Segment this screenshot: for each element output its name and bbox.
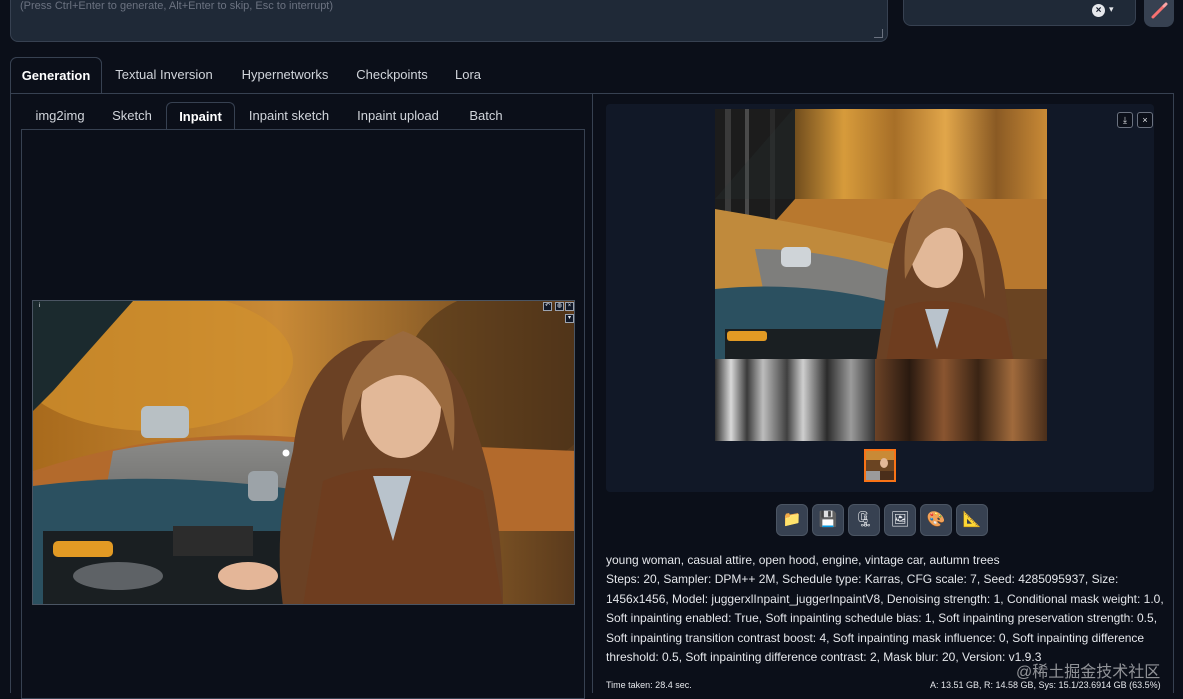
thumbnail-image — [866, 451, 894, 480]
tab-inpaint-upload[interactable]: Inpaint upload — [346, 102, 450, 130]
send-to-extras-button[interactable]: 📐 — [956, 504, 988, 536]
tab-inpaint-sketch[interactable]: Inpaint sketch — [240, 102, 338, 130]
ruler-icon: 📐 — [962, 511, 982, 528]
chevron-down-icon[interactable]: ▾ — [1109, 4, 1114, 15]
palette-icon: 🎨 — [926, 511, 946, 528]
inpaint-source-image[interactable]: i ↶ ◍ × ▾ — [32, 300, 575, 605]
folder-icon: 📁 — [782, 511, 802, 528]
tab-lora[interactable]: Lora — [446, 57, 490, 93]
tab-hypernetworks[interactable]: Hypernetworks — [232, 57, 338, 93]
zip-icon: 🗜 — [854, 511, 874, 528]
resize-grip[interactable] — [874, 29, 883, 38]
download-icon[interactable]: ⤓ — [1117, 112, 1133, 128]
brush-size-icon[interactable]: ◍ — [555, 302, 564, 311]
close-icon[interactable]: × — [1137, 112, 1153, 128]
tab-textual-inversion[interactable]: Textual Inversion — [107, 57, 221, 93]
info-params: Steps: 20, Sampler: DPM++ 2M, Schedule t… — [606, 572, 1164, 665]
info-prompt: young woman, casual attire, open hood, e… — [606, 553, 1000, 567]
photo-woman-car — [33, 301, 574, 604]
send-to-inpaint-button[interactable]: 🎨 — [920, 504, 952, 536]
gallery-thumbnail[interactable] — [864, 449, 896, 482]
clear-icon[interactable]: × — [1092, 4, 1105, 17]
photo-inpainted-result — [715, 109, 1047, 441]
tab-checkpoints[interactable]: Checkpoints — [348, 57, 436, 93]
brush-icon — [1151, 2, 1168, 19]
save-icon: 💾 — [818, 511, 838, 528]
main-tabs: Generation Textual Inversion Hypernetwor… — [10, 57, 1174, 93]
result-image[interactable] — [715, 109, 1047, 441]
tab-inpaint[interactable]: Inpaint — [166, 102, 235, 130]
generation-info: young woman, casual attire, open hood, e… — [606, 551, 1166, 667]
palette-icon[interactable]: ▾ — [565, 314, 574, 323]
undo-icon[interactable]: ↶ — [543, 302, 552, 311]
image-icon: 🖼 — [890, 511, 910, 528]
tab-img2img[interactable]: img2img — [24, 102, 96, 130]
save-button[interactable]: 💾 — [812, 504, 844, 536]
edit-styles-button[interactable] — [1144, 0, 1174, 27]
tab-generation[interactable]: Generation — [10, 57, 102, 93]
zip-button[interactable]: 🗜 — [848, 504, 880, 536]
panel-divider — [592, 93, 593, 693]
prompt-placeholder: (Press Ctrl+Enter to generate, Alt+Enter… — [20, 0, 334, 12]
send-to-img2img-button[interactable]: 🖼 — [884, 504, 916, 536]
close-icon[interactable]: × — [565, 302, 574, 311]
info-icon: i — [38, 303, 41, 309]
open-folder-button[interactable]: 📁 — [776, 504, 808, 536]
tab-batch[interactable]: Batch — [456, 102, 516, 130]
time-taken: Time taken: 28.4 sec. — [606, 680, 692, 690]
tab-sketch[interactable]: Sketch — [102, 102, 162, 130]
watermark: @稀土掘金技术社区 — [1016, 664, 1161, 681]
